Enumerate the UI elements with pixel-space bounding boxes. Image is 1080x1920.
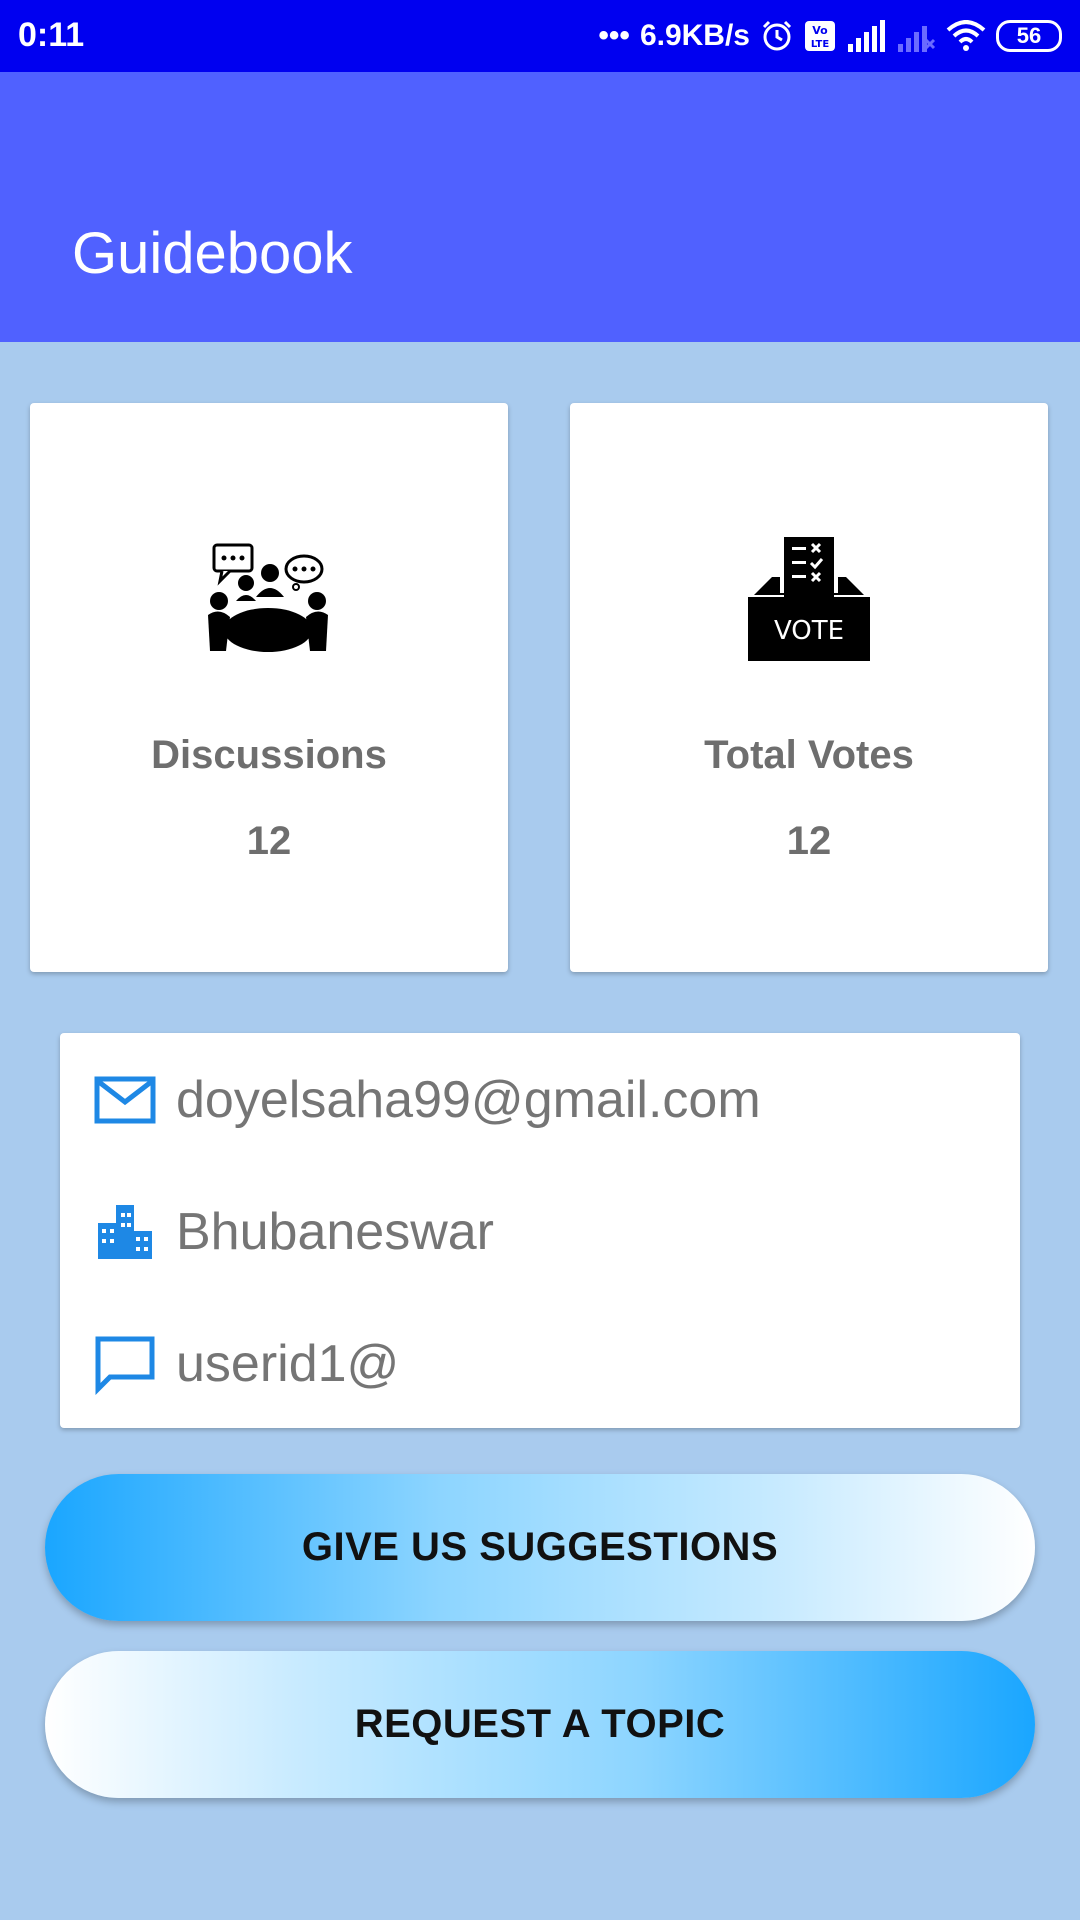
discussions-card[interactable]: Discussions 12: [30, 403, 508, 972]
app-bar: Guidebook: [0, 72, 1080, 342]
signal-empty-icon: [898, 26, 936, 52]
discussions-count: 12: [246, 819, 292, 863]
userid-row: userid1@: [94, 1329, 399, 1399]
battery-icon: 56: [996, 20, 1062, 52]
userid-text: userid1@: [176, 1335, 400, 1393]
volte-icon: Vo LTE: [805, 21, 835, 51]
vote-box-icon: VOTE: [748, 537, 870, 661]
profile-info-card: doyelsaha99@gmail.com Bhubaneswar userid…: [60, 1033, 1020, 1428]
alarm-icon: [762, 20, 792, 51]
total-votes-card[interactable]: VOTE Total Votes 12: [570, 403, 1048, 972]
mail-icon: [94, 1076, 156, 1124]
network-speed: 6.9KB/s: [639, 19, 750, 52]
email-row: doyelsaha99@gmail.com: [94, 1065, 761, 1135]
svg-text:Vo: Vo: [812, 24, 828, 37]
discussion-icon: [208, 543, 328, 652]
city-text: Bhubaneswar: [176, 1203, 494, 1261]
give-suggestions-button[interactable]: GIVE US SUGGESTIONS: [45, 1474, 1035, 1621]
status-icons: ••• 6.9KB/s Vo LTE 56: [598, 14, 1062, 58]
svg-text:VOTE: VOTE: [774, 616, 844, 646]
wifi-icon: [946, 20, 986, 51]
request-topic-button[interactable]: REQUEST A TOPIC: [45, 1651, 1035, 1798]
signal-icon: [848, 20, 885, 52]
svg-text:LTE: LTE: [811, 39, 830, 50]
city-icon: [98, 1205, 152, 1259]
discussions-label: Discussions: [151, 733, 387, 777]
chat-icon: [95, 1336, 155, 1395]
app-title: Guidebook: [72, 221, 353, 286]
email-text: doyelsaha99@gmail.com: [176, 1071, 761, 1129]
dots-icon: •••: [598, 19, 630, 52]
total-votes-label: Total Votes: [704, 733, 914, 777]
status-time: 0:11: [18, 16, 85, 54]
city-row: Bhubaneswar: [94, 1197, 494, 1267]
total-votes-count: 12: [786, 819, 832, 863]
status-bar: 0:11 ••• 6.9KB/s Vo LTE 56: [0, 0, 1080, 72]
